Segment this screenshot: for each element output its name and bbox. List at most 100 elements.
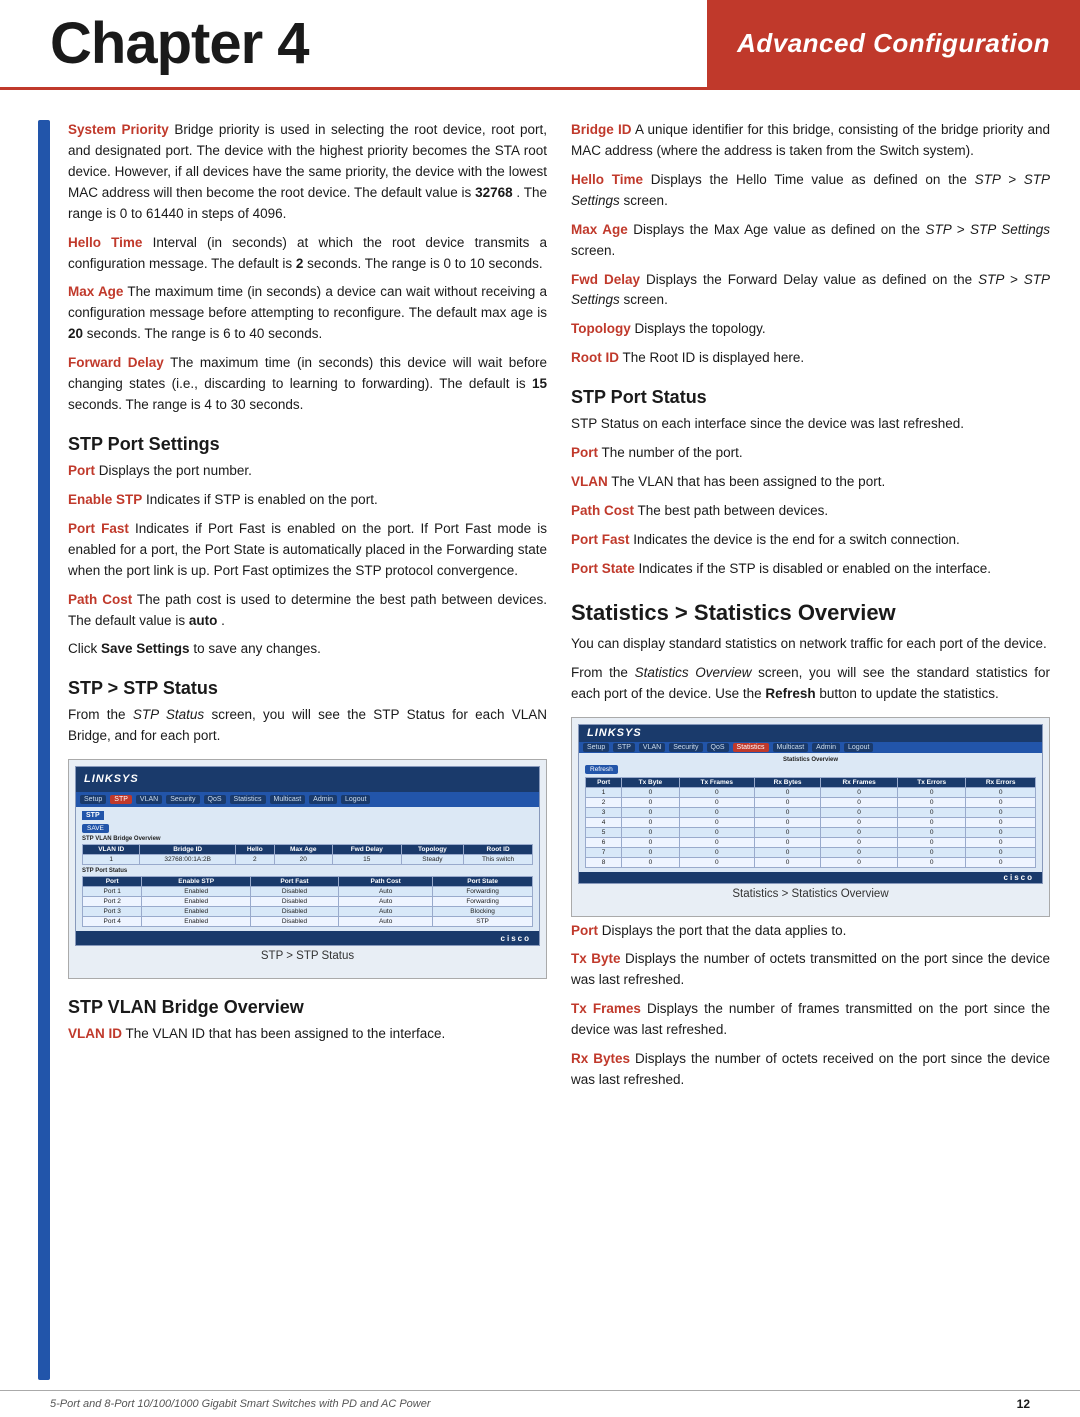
save-settings-para: Click Save Settings to save any changes.: [68, 639, 547, 660]
port-displays-para: Port Displays the port number.: [68, 461, 547, 482]
page-footer: 5-Port and 8-Port 10/100/1000 Gigabit Sm…: [0, 1390, 1080, 1417]
stats-overview-title: Statistics Overview: [585, 757, 1036, 763]
port-term: Port: [68, 463, 95, 478]
stats-sim-footer: cisco: [579, 872, 1042, 882]
sim-td-hello1: 2: [235, 855, 274, 865]
sim-nav-qos: QoS: [204, 795, 226, 804]
stats-nav-stp: STP: [613, 743, 635, 752]
stats-nav-logout: Logout: [844, 743, 873, 752]
stats-nav-stats: Statistics: [733, 743, 769, 752]
hello-time-right-text: Displays the Hello Time value as defined…: [651, 172, 975, 187]
stats-cisco-logo: cisco: [1004, 873, 1034, 882]
stats-th-rxerrors: Rx Errors: [966, 778, 1036, 788]
stats-sim-logo: LINKSYS: [587, 727, 642, 739]
bridge-id-term: Bridge ID: [571, 122, 631, 137]
enable-stp-para: Enable STP Indicates if STP is enabled o…: [68, 490, 547, 511]
path-cost-term: Path Cost: [68, 592, 132, 607]
root-id-text: The Root ID is displayed here.: [623, 350, 805, 365]
port-right-term: Port: [571, 445, 598, 460]
max-age-right-term: Max Age: [571, 222, 628, 237]
sim-enable-th: Enable STP: [142, 877, 250, 887]
statistics-overview-italic: Statistics Overview: [635, 665, 752, 680]
port-fast-term: Port Fast: [68, 521, 129, 536]
path-cost-text: The path cost is used to determine the b…: [68, 592, 547, 628]
sim-port-th: Port: [83, 877, 142, 887]
port-data-para: Port Displays the port that the data app…: [571, 921, 1050, 942]
sim-td-fwd1: 15: [332, 855, 401, 865]
statistics-detail: From the Statistics Overview screen, you…: [571, 663, 1050, 705]
statistics-heading: Statistics > Statistics Overview: [571, 600, 1050, 626]
sim-th-hello: Hello: [235, 845, 274, 855]
max-age-right-italic: STP > STP Settings: [925, 222, 1050, 237]
max-age-text: The maximum time (in seconds) a device c…: [68, 284, 547, 320]
tx-byte-text: Displays the number of octets transmitte…: [571, 951, 1050, 987]
forward-delay-default: 15: [532, 376, 547, 391]
topology-text: Displays the topology.: [635, 321, 766, 336]
sim-nav: Setup STP VLAN Security QoS Statistics M…: [76, 792, 539, 808]
sim-p2: Port 2: [83, 897, 142, 907]
sim-nav-admin: Admin: [309, 795, 337, 804]
chapter-section: Chapter 4: [0, 0, 707, 87]
tx-frames-term: Tx Frames: [571, 1001, 641, 1016]
port-data-term: Port: [571, 923, 598, 938]
sim-nav-stats: Statistics: [230, 795, 266, 804]
hello-time-right-text2: screen.: [624, 193, 668, 208]
sim-vlan-bridge: STP VLAN Bridge Overview: [82, 836, 533, 842]
tx-byte-term: Tx Byte: [571, 951, 620, 966]
title-section: Advanced Configuration: [707, 0, 1080, 87]
bridge-id-para: Bridge ID A unique identifier for this b…: [571, 120, 1050, 162]
sim-td-1: 1: [83, 855, 140, 865]
sim-stp-label: STP: [82, 811, 104, 820]
save-settings-label: Save Settings: [101, 641, 190, 656]
sim-path-th: Path Cost: [339, 877, 433, 887]
path-cost-right-text: The best path between devices.: [638, 503, 829, 518]
sim-p4: Port 4: [83, 917, 142, 927]
refresh-bold: Refresh: [765, 686, 815, 701]
save-settings-text: to save any changes.: [193, 641, 321, 656]
stats-sim-body: Statistics Overview Refresh Port Tx Byte…: [579, 753, 1042, 872]
max-age-term: Max Age: [68, 284, 123, 299]
hello-time-right-term: Hello Time: [571, 172, 643, 187]
sim-nav-vlan: VLAN: [136, 795, 162, 804]
footer-page-number: 12: [1017, 1397, 1030, 1411]
hello-time-text2: seconds. The range is 0 to 10 seconds.: [307, 256, 542, 271]
rx-bytes-para: Rx Bytes Displays the number of octets r…: [571, 1049, 1050, 1091]
blue-accent-bar: [38, 120, 50, 1380]
stats-nav-setup: Setup: [583, 743, 609, 752]
max-age-right-text: Displays the Max Age value as defined on…: [633, 222, 925, 237]
stats-th-port: Port: [586, 778, 622, 788]
sim-td-bridge1: 32768:00:1A:2B: [140, 855, 236, 865]
stats-refresh-btn: Refresh: [585, 765, 618, 774]
port-state-right-term: Port State: [571, 561, 635, 576]
max-age-default: 20: [68, 326, 83, 341]
port-right-para: Port The number of the port.: [571, 443, 1050, 464]
sim-p3: Port 3: [83, 907, 142, 917]
max-age-right-para: Max Age Displays the Max Age value as de…: [571, 220, 1050, 262]
tx-frames-para: Tx Frames Displays the number of frames …: [571, 999, 1050, 1041]
path-cost-text2: .: [221, 613, 225, 628]
sim-body: STP SAVE STP VLAN Bridge Overview VLAN I…: [76, 807, 539, 931]
sim-td-max1: 20: [274, 855, 332, 865]
stats-nav-qos: QoS: [707, 743, 729, 752]
forward-delay-text2: seconds. The range is 4 to 30 seconds.: [68, 397, 303, 412]
vlan-right-text: The VLAN that has been assigned to the p…: [611, 474, 885, 489]
hello-time-para: Hello Time Interval (in seconds) at whic…: [68, 233, 547, 275]
sim-state-th: Port State: [433, 877, 533, 887]
max-age-para: Max Age The maximum time (in seconds) a …: [68, 282, 547, 345]
topology-term: Topology: [571, 321, 631, 336]
port-right-text: The number of the port.: [602, 445, 743, 460]
vlan-id-term: VLAN ID: [68, 1026, 122, 1041]
hello-time-default: 2: [296, 256, 304, 271]
stats-th-txerrors: Tx Errors: [898, 778, 966, 788]
main-content: System Priority Bridge priority is used …: [50, 120, 1080, 1380]
stats-nav-security: Security: [669, 743, 702, 752]
sim-fast-th: Port Fast: [250, 877, 338, 887]
stp-status-heading: STP > STP Status: [68, 678, 547, 699]
max-age-right-text2: screen.: [571, 243, 615, 258]
root-id-term: Root ID: [571, 350, 619, 365]
port-data-text: Displays the port that the data applies …: [602, 923, 847, 938]
stats-th-txframes: Tx Frames: [679, 778, 755, 788]
forward-delay-para: Forward Delay The maximum time (in secon…: [68, 353, 547, 416]
sim-logo: LINKSYS: [84, 773, 139, 785]
statistics-intro: You can display standard statistics on n…: [571, 634, 1050, 655]
